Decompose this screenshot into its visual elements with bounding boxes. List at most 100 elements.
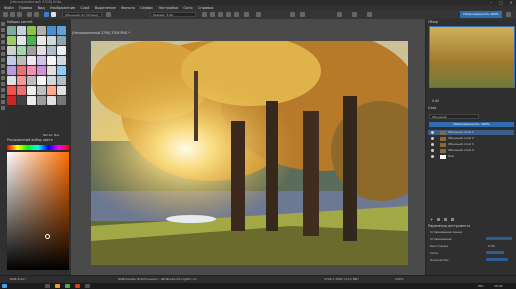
brush-preset[interactable] — [7, 86, 16, 95]
brush-preset[interactable] — [47, 56, 56, 65]
brush-preset[interactable] — [37, 96, 46, 105]
status-zoom[interactable]: 100% — [395, 277, 404, 282]
brush-preset[interactable] — [37, 36, 46, 45]
fill-tool-icon[interactable] — [0, 88, 5, 92]
taskbar-app-icon[interactable] — [65, 284, 70, 288]
brush-preset[interactable] — [47, 76, 56, 85]
brush-preset[interactable] — [57, 36, 66, 45]
brush-preset[interactable] — [17, 46, 26, 55]
ellipse-tool-icon[interactable] — [0, 52, 5, 56]
move-layer-icon[interactable] — [444, 218, 447, 221]
eraser-icon[interactable] — [210, 12, 215, 17]
pattern-icon[interactable] — [51, 12, 56, 17]
brush-preset[interactable] — [17, 26, 26, 35]
brush-preset[interactable] — [57, 56, 66, 65]
prop-slider[interactable] — [486, 251, 504, 254]
brush-preset[interactable] — [37, 76, 46, 85]
delete-layer-icon[interactable] — [451, 218, 454, 221]
visibility-eye-icon[interactable] — [431, 137, 434, 140]
painting-canvas[interactable] — [91, 41, 408, 265]
brush-editor-icon[interactable] — [106, 12, 111, 17]
zoom-tool-icon[interactable] — [0, 100, 5, 104]
layer-row[interactable]: Обычный слой 3 — [428, 142, 514, 147]
brush-preset[interactable] — [27, 56, 36, 65]
crop-tool-icon[interactable] — [0, 76, 5, 80]
save-icon[interactable] — [17, 12, 22, 17]
brush-preset-field[interactable]: Обычный (b) 30 basic — [62, 12, 102, 17]
brush-preset[interactable] — [27, 96, 36, 105]
mirror-v-icon[interactable] — [234, 12, 239, 17]
clock[interactable]: 15:03 — [494, 283, 503, 289]
brush-preset[interactable] — [57, 26, 66, 35]
line-tool-icon[interactable] — [0, 40, 5, 44]
brush-preset[interactable] — [7, 96, 16, 105]
link-icon[interactable] — [367, 12, 372, 17]
redo-icon[interactable] — [34, 12, 39, 17]
select-tool-icon[interactable] — [0, 22, 5, 26]
document-tab[interactable]: [Несохранённый 3708] 3708.PNG * — [72, 30, 272, 35]
layer-row[interactable]: Фон — [428, 154, 514, 159]
rect-tool-icon[interactable] — [0, 46, 5, 50]
brush-preset[interactable] — [7, 46, 16, 55]
brush-preset[interactable] — [47, 26, 56, 35]
play-icon[interactable] — [337, 12, 342, 17]
add-layer-icon[interactable]: + — [430, 217, 433, 222]
brush-preset[interactable] — [37, 26, 46, 35]
duplicate-layer-icon[interactable] — [437, 218, 440, 221]
zoom-value[interactable]: 0.00 — [432, 99, 439, 103]
flip-icon[interactable] — [300, 12, 305, 17]
brush-preset[interactable] — [57, 76, 66, 85]
taskbar-app-icon[interactable] — [75, 284, 80, 288]
brush-preset[interactable] — [47, 66, 56, 75]
visibility-eye-icon[interactable] — [431, 149, 434, 152]
brush-preset[interactable] — [7, 56, 16, 65]
brush-preset[interactable] — [47, 36, 56, 45]
keyboard-language[interactable]: РУС — [478, 283, 484, 289]
start-icon[interactable] — [2, 284, 7, 288]
brush-preset[interactable] — [37, 56, 46, 65]
brush-preset[interactable] — [47, 96, 56, 105]
pen-icon[interactable] — [352, 12, 357, 17]
pan-tool-icon[interactable] — [0, 106, 5, 110]
navigator-preview[interactable] — [429, 26, 515, 88]
layer-row[interactable]: Обычный слой 4 — [428, 148, 514, 153]
brush-preset[interactable] — [17, 96, 26, 105]
alpha-lock-icon[interactable] — [218, 12, 223, 17]
new-document-icon[interactable] — [3, 12, 8, 17]
navigator-viewport[interactable] — [429, 26, 515, 88]
brush-preset[interactable] — [17, 56, 26, 65]
mirror-h-icon[interactable] — [226, 12, 231, 17]
hue-slider[interactable] — [7, 145, 69, 150]
brush-preset[interactable] — [17, 76, 26, 85]
saturation-value-picker[interactable] — [7, 152, 69, 270]
brush-tool-icon[interactable] — [0, 34, 5, 38]
picker-tool-icon[interactable] — [0, 94, 5, 98]
size-field[interactable]: Размер: 3.00 — [150, 12, 196, 17]
taskbar-app-icon[interactable] — [55, 284, 60, 288]
brush-preset[interactable] — [27, 36, 36, 45]
polygon-tool-icon[interactable] — [0, 58, 5, 62]
reload-icon[interactable] — [256, 12, 261, 17]
brush-preset[interactable] — [7, 66, 16, 75]
taskbar-app-icon[interactable] — [45, 284, 50, 288]
brush-preset[interactable] — [47, 46, 56, 55]
gradient-icon[interactable] — [44, 12, 49, 17]
layer-row[interactable]: Обычный слой 2 — [428, 136, 514, 141]
visibility-eye-icon[interactable] — [431, 143, 434, 146]
prop-slider[interactable] — [486, 258, 508, 261]
brush-preset[interactable] — [7, 26, 16, 35]
brush-preset[interactable] — [37, 46, 46, 55]
brush-preset[interactable] — [27, 66, 36, 75]
brush-preset[interactable] — [27, 46, 36, 55]
layer-opacity-slider[interactable]: Непрозрачность: 100% — [429, 122, 514, 127]
brush-preset[interactable] — [27, 76, 36, 85]
transform-icon[interactable] — [290, 12, 295, 17]
move-tool-icon[interactable] — [0, 70, 5, 74]
brush-filter-label[interactable]: Метки: Все — [43, 133, 59, 137]
visibility-eye-icon[interactable] — [431, 155, 434, 158]
brush-icon[interactable] — [202, 12, 207, 17]
opacity-mode-button[interactable]: Непрозрачность 100% — [460, 11, 502, 18]
taskbar-app-icon[interactable] — [85, 284, 90, 288]
transform-tool-icon[interactable] — [0, 64, 5, 68]
gradient-tool-icon[interactable] — [0, 82, 5, 86]
